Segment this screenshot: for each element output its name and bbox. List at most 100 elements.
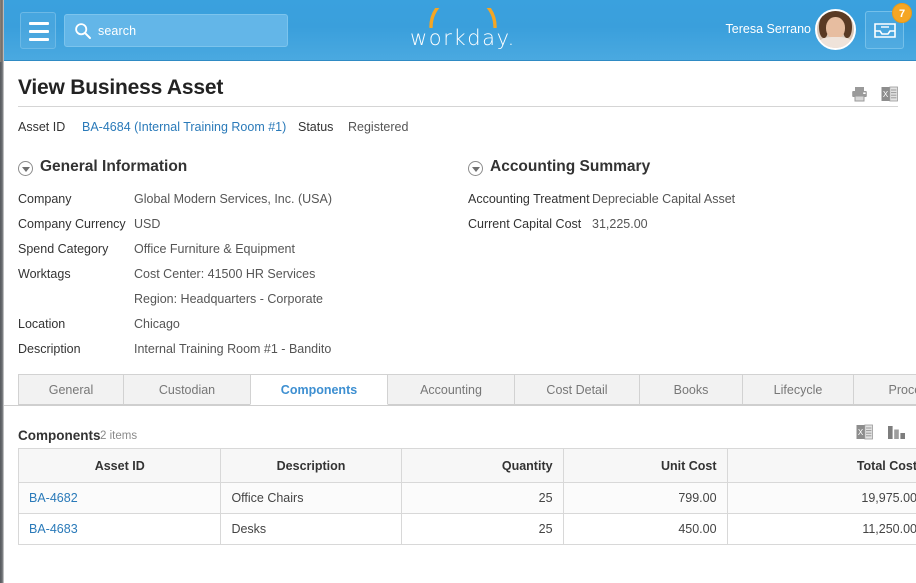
cell-description: Desks (221, 514, 401, 545)
workday-wordmark: workday. (408, 26, 518, 50)
tab-proces[interactable]: Proces (853, 374, 916, 405)
tab-label: Books (674, 383, 709, 397)
field-value: 31,225.00 (592, 217, 648, 231)
avatar-body (818, 37, 853, 50)
accounting-summary-title: Accounting Summary (490, 158, 650, 176)
field-row: Accounting TreatmentDepreciable Capital … (468, 192, 888, 217)
tab-cost-detail[interactable]: Cost Detail (514, 374, 640, 405)
asset-id-link[interactable]: BA-4682 (29, 491, 78, 505)
tab-books[interactable]: Books (639, 374, 743, 405)
workday-logo: workday. (408, 6, 518, 54)
table-header-row: Asset IDDescriptionQuantityUnit CostTota… (19, 449, 916, 483)
tab-custodian[interactable]: Custodian (123, 374, 251, 405)
asset-id-link[interactable]: BA-4683 (29, 522, 78, 536)
print-icon[interactable] (851, 86, 868, 107)
tab-label: Lifecycle (774, 383, 823, 397)
field-label: Accounting Treatment (468, 192, 590, 206)
page-action-icons: X (842, 86, 898, 107)
field-value: Internal Training Room #1 - Bandito (134, 342, 331, 356)
accounting-summary-fields: Accounting TreatmentDepreciable Capital … (468, 192, 888, 242)
tab-accounting[interactable]: Accounting (387, 374, 515, 405)
asset-id-value[interactable]: BA-4684 (Internal Training Room #1) (82, 120, 286, 134)
column-header[interactable]: Description (221, 449, 401, 483)
field-value: Depreciable Capital Asset (592, 192, 735, 206)
search-icon (74, 22, 92, 40)
title-divider (18, 106, 898, 107)
field-label: Current Capital Cost (468, 217, 581, 231)
table-row: BA-4682 Office Chairs25799.0019,975.00 (19, 483, 916, 514)
search-input[interactable]: search (64, 14, 288, 47)
field-label: Worktags (18, 267, 71, 281)
svg-text:X: X (883, 90, 889, 99)
field-label: Description (18, 342, 81, 356)
field-value[interactable]: Cost Center: 41500 HR Services (134, 267, 315, 281)
hamburger-bar (29, 38, 49, 41)
svg-text:X: X (857, 428, 863, 437)
general-information-title: General Information (40, 158, 187, 176)
tab-label: General (49, 383, 93, 397)
column-header[interactable]: Unit Cost (563, 449, 727, 483)
components-table: Asset IDDescriptionQuantityUnit CostTota… (18, 448, 916, 545)
field-row: Current Capital Cost 31,225.00 (468, 217, 888, 242)
excel-export-icon[interactable]: X (856, 424, 873, 445)
asset-meta-row: Asset ID BA-4684 (Internal Training Room… (18, 118, 898, 138)
tab-lifecycle[interactable]: Lifecycle (742, 374, 854, 405)
cell-unit-cost: 450.00 (563, 514, 727, 545)
table-row: BA-4683Desks25450.0011,250.00 (19, 514, 916, 545)
cell-total-cost: 19,975.00 (727, 483, 916, 514)
user-name[interactable]: Teresa Serrano (726, 22, 811, 36)
cell-quantity: 25 (401, 483, 563, 514)
field-value[interactable]: Office Furniture & Equipment (134, 242, 295, 256)
components-panel: Components 2 items X (4, 405, 916, 583)
tab-label: Cost Detail (546, 383, 607, 397)
excel-export-icon[interactable]: X (881, 86, 898, 107)
status-value: Registered (348, 120, 408, 134)
field-label: Company (18, 192, 72, 206)
window-edge-strip-lower (0, 62, 4, 583)
tab-components[interactable]: Components (250, 374, 388, 405)
collapse-circle-icon[interactable] (18, 161, 33, 176)
components-panel-actions: X (846, 424, 906, 445)
avatar[interactable] (815, 9, 856, 50)
global-header: search workday. Teresa Serrano (0, 0, 916, 61)
bar-chart-icon[interactable] (887, 424, 906, 445)
field-value[interactable]: USD (134, 217, 160, 231)
hamburger-menu-icon[interactable] (20, 12, 56, 49)
search-placeholder: search (98, 23, 136, 40)
workday-view-business-asset-page: search workday. Teresa Serrano (0, 0, 916, 583)
hamburger-bar (29, 30, 49, 33)
field-row: Company Currency USD (18, 217, 448, 242)
cell-asset-id: BA-4683 (19, 514, 221, 545)
field-label: Location (18, 317, 65, 331)
page-title: View Business Asset (18, 76, 223, 100)
avatar-face (826, 17, 845, 39)
tab-label: Custodian (159, 383, 215, 397)
cell-unit-cost: 799.00 (563, 483, 727, 514)
field-row: Worktags Cost Center: 41500 HR Services Re… (18, 267, 448, 317)
general-information-header: General Information (18, 158, 448, 182)
field-label: Spend Category (18, 242, 108, 256)
field-row: Description Internal Training Room #1 - B… (18, 342, 448, 367)
column-header[interactable]: Quantity (401, 449, 563, 483)
accounting-summary-header: Accounting Summary (468, 158, 888, 182)
hamburger-bar (29, 22, 49, 25)
cell-total-cost: 11,250.00 (727, 514, 916, 545)
status-label: Status (298, 120, 333, 134)
tab-general[interactable]: General (18, 374, 124, 405)
cell-description: Office Chairs (221, 483, 401, 514)
components-item-count: 2 items (100, 430, 137, 442)
inbox-badge-count: 7 (892, 3, 912, 23)
field-label: Company Currency (18, 217, 126, 231)
accounting-summary-section: Accounting Summary Accounting TreatmentD… (468, 158, 888, 242)
collapse-circle-icon[interactable] (468, 161, 483, 176)
field-value[interactable]: Global Modern Services, Inc. (USA) (134, 192, 332, 206)
tab-label: Accounting (420, 383, 482, 397)
table-body: BA-4682Office Chairs25799.0019,975.00BA-… (19, 483, 916, 545)
field-row: Company Global Modern Services, Inc. (USA… (18, 192, 448, 217)
general-information-fields: Company Global Modern Services, Inc. (USA… (18, 192, 448, 367)
field-row: Spend Category Office Furniture & Equipme… (18, 242, 448, 267)
column-header[interactable]: Total Cost (727, 449, 916, 483)
column-header[interactable]: Asset ID (19, 449, 221, 483)
field-value[interactable]: Chicago (134, 317, 180, 331)
field-value-secondary[interactable]: Region: Headquarters - Corporate (134, 292, 323, 306)
